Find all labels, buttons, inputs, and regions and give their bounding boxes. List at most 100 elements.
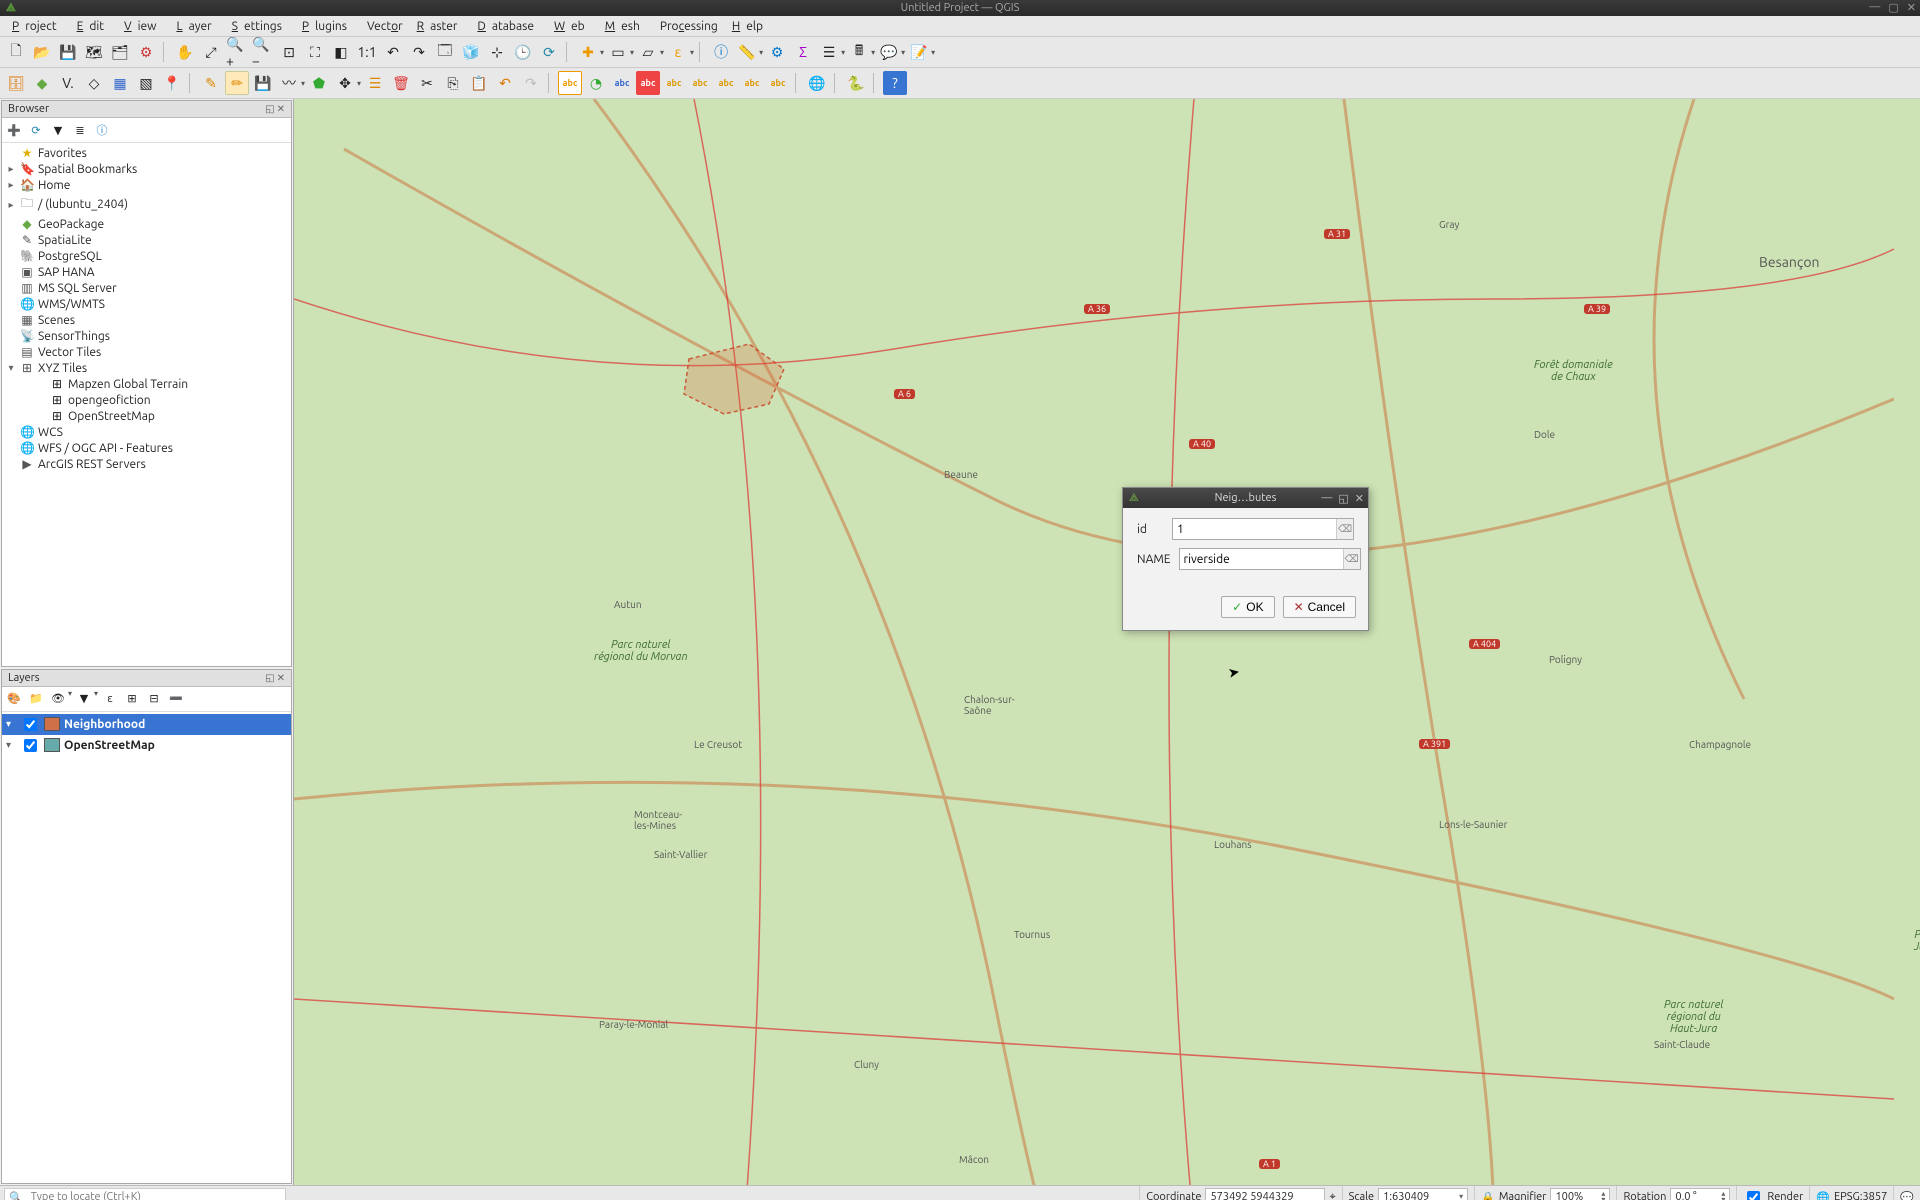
menu-edit[interactable]: Edit xyxy=(71,18,116,35)
deselect-icon[interactable]: ▱ xyxy=(636,40,660,64)
zoom-in-icon[interactable]: 🔍+ xyxy=(225,40,249,64)
add-layer-icon[interactable]: ➕ xyxy=(4,120,24,140)
field-input-id[interactable] xyxy=(1173,523,1336,536)
rotation-input[interactable]: 0,0 °▴▾ xyxy=(1670,1188,1730,1200)
redo-icon[interactable]: ↷ xyxy=(519,71,543,95)
crs-icon[interactable]: 🌐 xyxy=(1816,1191,1830,1200)
lock-scale-icon[interactable]: 🔒 xyxy=(1481,1191,1495,1200)
panel-undock-icon[interactable]: ◱ xyxy=(265,103,274,115)
new-mesh-icon[interactable]: ▧ xyxy=(134,71,158,95)
layer-style-icon[interactable]: 🎨 xyxy=(4,689,24,709)
dialog-maximize-icon[interactable]: ◱ xyxy=(1338,492,1348,505)
menu-help[interactable]: Help xyxy=(726,18,775,35)
new-3d-view-icon[interactable]: 🧊 xyxy=(459,40,483,64)
render-checkbox[interactable] xyxy=(1747,1191,1760,1200)
dialog-titlebar[interactable]: ⟁ Neig…butes — ◱ ✕ xyxy=(1123,488,1368,508)
browser-item[interactable]: ▸🏠Home xyxy=(2,177,291,193)
zoom-out-icon[interactable]: 🔍− xyxy=(251,40,275,64)
field-input-name[interactable] xyxy=(1180,553,1343,566)
zoom-full-icon[interactable]: ⊡ xyxy=(277,40,301,64)
scale-input[interactable]: 1:630409▾ xyxy=(1378,1188,1468,1200)
zoom-selection-icon[interactable]: ⛶ xyxy=(303,40,327,64)
vertex-tool-icon[interactable]: ✥ xyxy=(333,71,357,95)
browser-item[interactable]: 🌐WCS xyxy=(2,424,291,440)
browser-item[interactable]: ▶ArcGIS REST Servers xyxy=(2,456,291,472)
menu-processing[interactable]: Processing xyxy=(654,18,724,35)
layer-item[interactable]: ▾Neighborhood xyxy=(2,714,291,735)
current-edits-icon[interactable]: ✎ xyxy=(199,71,223,95)
remove-layer-icon[interactable]: ➖ xyxy=(166,689,186,709)
new-map-view-icon[interactable]: 🗔 xyxy=(433,40,457,64)
pan-icon[interactable]: ✋ xyxy=(173,40,197,64)
map-canvas[interactable]: BesançonDoleBeauneAutunLe CreusotChalon-… xyxy=(294,99,1920,1185)
zoom-next-icon[interactable]: ↷ xyxy=(407,40,431,64)
browser-item[interactable]: ⊞OpenStreetMap xyxy=(2,408,291,424)
browser-item[interactable]: ★Favorites xyxy=(2,145,291,161)
metasearch-icon[interactable]: 🌐 xyxy=(805,71,829,95)
add-polygon-icon[interactable]: ⬟ xyxy=(307,71,331,95)
ok-button[interactable]: ✓OK xyxy=(1221,596,1274,618)
clear-field-icon[interactable]: ⌫ xyxy=(1336,519,1353,539)
locator-bar[interactable]: 🔍 xyxy=(4,1188,286,1200)
messages-icon[interactable]: 💬 xyxy=(1900,1191,1914,1200)
menu-layer[interactable]: Layer xyxy=(170,18,223,35)
dialog-close-icon[interactable]: ✕ xyxy=(1355,492,1364,505)
cut-icon[interactable]: ✂ xyxy=(415,71,439,95)
browser-item[interactable]: 🐘PostgreSQL xyxy=(2,248,291,264)
zoom-layer-icon[interactable]: ◧ xyxy=(329,40,353,64)
statistics-icon[interactable]: Σ xyxy=(791,40,815,64)
menu-settings[interactable]: Settings xyxy=(226,18,294,35)
maptips-icon[interactable]: 💬 xyxy=(877,40,901,64)
panel-close-icon[interactable]: ✕ xyxy=(277,103,285,115)
panel-undock-icon[interactable]: ◱ xyxy=(265,672,274,684)
browser-item[interactable]: 🌐WMS/WMTS xyxy=(2,296,291,312)
menu-web[interactable]: Web xyxy=(548,18,597,35)
maximize-icon[interactable]: ▢ xyxy=(1888,1,1898,14)
layer-visibility-checkbox[interactable] xyxy=(24,718,37,731)
paste-icon[interactable]: 📋 xyxy=(467,71,491,95)
identify-icon[interactable]: ⓘ xyxy=(709,40,733,64)
pan-to-selection-icon[interactable]: ⤢ xyxy=(199,40,223,64)
menu-view[interactable]: View xyxy=(118,18,168,35)
data-source-manager-icon[interactable]: 🗄 xyxy=(4,71,28,95)
new-layer-icon[interactable]: ✚ xyxy=(576,40,600,64)
save-edits-icon[interactable]: 💾 xyxy=(251,71,275,95)
filter-browser-icon[interactable]: ▼ xyxy=(48,120,68,140)
zoom-last-icon[interactable]: ↶ xyxy=(381,40,405,64)
layers-list[interactable]: ▾Neighborhood▾OpenStreetMap xyxy=(2,712,291,1183)
refresh-icon[interactable]: ⟳ xyxy=(537,40,561,64)
layer-visibility-checkbox[interactable] xyxy=(24,739,37,752)
collapse-all-icon[interactable]: ≣ xyxy=(70,120,90,140)
locator-input[interactable] xyxy=(27,1191,285,1200)
layer-labeling-icon[interactable]: abc xyxy=(610,71,634,95)
zoom-native-icon[interactable]: 1:1 xyxy=(355,40,379,64)
manage-themes-icon[interactable]: 👁 xyxy=(48,689,68,709)
browser-item[interactable]: ◆GeoPackage xyxy=(2,216,291,232)
open-project-icon[interactable]: 📂 xyxy=(30,40,54,64)
toolbox-icon[interactable]: ⚙ xyxy=(765,40,789,64)
undo-icon[interactable]: ↶ xyxy=(493,71,517,95)
rotate-label-icon[interactable]: abc xyxy=(766,71,790,95)
browser-item[interactable]: ▥MS SQL Server xyxy=(2,280,291,296)
annotation-icon[interactable]: 📝 xyxy=(907,40,931,64)
browser-item[interactable]: 🌐WFS / OGC API - Features xyxy=(2,440,291,456)
coordinate-input[interactable]: 573492 5944329 xyxy=(1205,1188,1325,1200)
browser-item[interactable]: ⊞Mapzen Global Terrain xyxy=(2,376,291,392)
collapse-all-icon[interactable]: ⊟ xyxy=(144,689,164,709)
menu-mesh[interactable]: Mesh xyxy=(599,18,652,35)
menu-vector[interactable]: Vector xyxy=(361,18,409,35)
filter-legend-icon[interactable]: ▼ xyxy=(74,689,94,709)
diagram-icon[interactable]: ◔ xyxy=(584,71,608,95)
layer-item[interactable]: ▾OpenStreetMap xyxy=(2,735,291,756)
browser-item[interactable]: 📡SensorThings xyxy=(2,328,291,344)
expand-all-icon[interactable]: ⊞ xyxy=(122,689,142,709)
layout-manager-icon[interactable]: 🗂 xyxy=(108,40,132,64)
new-virtual-layer-icon[interactable]: ▦ xyxy=(108,71,132,95)
close-icon[interactable]: ✕ xyxy=(1907,1,1916,14)
expression-filter-icon[interactable]: ε xyxy=(100,689,120,709)
move-label-icon[interactable]: abc xyxy=(740,71,764,95)
measure-icon[interactable]: 📏 xyxy=(735,40,759,64)
menu-project[interactable]: Project xyxy=(6,18,69,35)
new-print-layout-icon[interactable]: 🗺 xyxy=(82,40,106,64)
browser-item[interactable]: ✎SpatiaLite xyxy=(2,232,291,248)
